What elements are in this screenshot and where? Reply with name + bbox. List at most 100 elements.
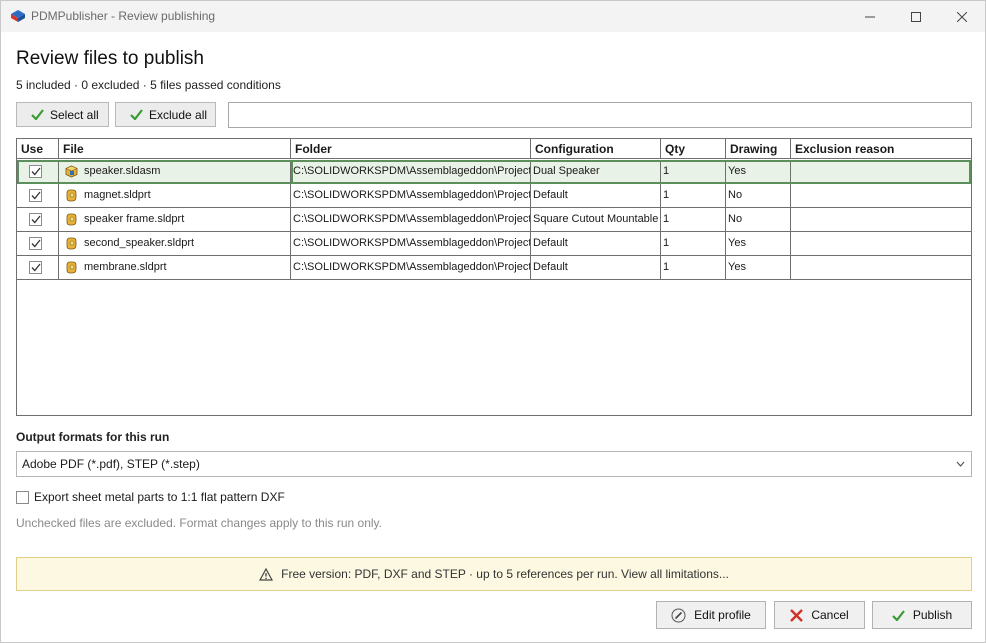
cell-qty: 1	[661, 208, 726, 231]
cancel-x-icon	[790, 608, 804, 622]
select-all-button[interactable]: Select all	[16, 102, 109, 127]
minimize-button[interactable]	[847, 1, 893, 32]
cell-file: membrane.sldprt	[59, 256, 291, 279]
free-version-banner[interactable]: Free version: PDF, DXF and STEP · up to …	[16, 557, 972, 591]
page-title: Review files to publish	[16, 48, 204, 69]
cell-configuration: Square Cutout Mountable	[531, 208, 661, 231]
file-name: magnet.sldprt	[84, 189, 151, 201]
table-row[interactable]: speaker frame.sldprt C:\SOLIDWORKSPDM\Ass…	[17, 208, 971, 232]
cell-qty: 1	[661, 232, 726, 255]
cell-configuration: Default	[531, 232, 661, 255]
cell-drawing: Yes	[726, 232, 791, 255]
cell-drawing: Yes	[726, 160, 791, 183]
cell-file: second_speaker.sldprt	[59, 232, 291, 255]
cell-configuration: Default	[531, 184, 661, 207]
cell-folder: C:\SOLIDWORKSPDM\Assemblageddon\Projects…	[291, 256, 531, 279]
cell-folder: C:\SOLIDWORKSPDM\Assemblageddon\Projects…	[291, 160, 531, 183]
cell-folder: C:\SOLIDWORKSPDM\Assemblageddon\Projects…	[291, 184, 531, 207]
selection-outline-left	[17, 160, 291, 184]
checkmark-icon	[31, 109, 44, 120]
close-button[interactable]	[939, 1, 985, 32]
dxf-checkbox[interactable]	[16, 490, 29, 504]
cancel-button[interactable]: Cancel	[774, 601, 865, 629]
cell-file: speaker frame.sldprt	[59, 208, 291, 231]
edit-profile-button[interactable]: Edit profile	[656, 601, 766, 629]
include-checkbox[interactable]	[29, 213, 42, 226]
exclude-all-button[interactable]: Exclude all	[115, 102, 216, 127]
cell-use[interactable]	[17, 184, 59, 207]
checkmark-icon	[130, 109, 143, 120]
column-header-configuration[interactable]: Configuration	[531, 139, 661, 158]
part-icon	[66, 237, 77, 250]
publish-label: Publish	[912, 608, 953, 622]
cell-use[interactable]	[17, 256, 59, 279]
select-all-label: Select all	[50, 107, 99, 122]
publish-review-window: PDMPublisher - Review publishing Review …	[0, 0, 986, 643]
cell-qty: 1	[661, 256, 726, 279]
check-icon	[31, 215, 41, 224]
check-icon	[31, 239, 41, 248]
include-checkbox[interactable]	[29, 237, 42, 250]
column-header-folder[interactable]: Folder	[291, 139, 531, 158]
column-header-exclusion-reason[interactable]: Exclusion reason	[791, 139, 971, 158]
file-name: membrane.sldprt	[84, 261, 167, 273]
title-bar: PDMPublisher - Review publishing	[1, 1, 985, 32]
hint-text: Unchecked files are excluded. Format cha…	[16, 516, 382, 530]
table-row[interactable]: membrane.sldprt C:\SOLIDWORKSPDM\Assembla…	[17, 256, 971, 280]
check-icon	[31, 191, 41, 200]
app-logo-icon	[11, 10, 25, 22]
cell-file: magnet.sldprt	[59, 184, 291, 207]
include-checkbox[interactable]	[29, 261, 42, 274]
exclude-all-label: Exclude all	[149, 107, 208, 122]
column-header-qty[interactable]: Qty	[661, 139, 726, 158]
cell-reason	[791, 208, 971, 231]
cell-use[interactable]	[17, 232, 59, 255]
part-icon	[66, 261, 77, 274]
banner-text: Free version: PDF, DXF and STEP · up to …	[281, 567, 729, 581]
warning-icon	[259, 567, 274, 581]
cell-drawing: No	[726, 184, 791, 207]
files-grid: Use File Folder Configuration Qty Drawin…	[16, 138, 972, 416]
maximize-icon	[911, 11, 921, 22]
cell-reason	[791, 184, 971, 207]
maximize-button[interactable]	[893, 1, 939, 32]
cell-folder: C:\SOLIDWORKSPDM\Assemblageddon\Projects…	[291, 232, 531, 255]
publish-button[interactable]: Publish	[872, 601, 972, 629]
chevron-down-icon	[956, 461, 965, 467]
cell-reason	[791, 256, 971, 279]
dxf-option[interactable]: Export sheet metal parts to 1:1 flat pat…	[16, 490, 285, 504]
cell-drawing: No	[726, 208, 791, 231]
column-header-drawing[interactable]: Drawing	[726, 139, 791, 158]
edit-profile-label: Edit profile	[694, 608, 751, 622]
dxf-option-label: Export sheet metal parts to 1:1 flat pat…	[34, 490, 285, 504]
cell-reason	[791, 232, 971, 255]
column-header-file[interactable]: File	[59, 139, 291, 158]
cell-configuration: Dual Speaker	[531, 160, 661, 183]
cell-qty: 1	[661, 184, 726, 207]
cell-use[interactable]	[17, 208, 59, 231]
table-row[interactable]: magnet.sldprt C:\SOLIDWORKSPDM\Assemblage…	[17, 184, 971, 208]
edit-pencil-icon	[671, 608, 686, 622]
column-header-use[interactable]: Use	[17, 139, 59, 158]
output-formats-value: Adobe PDF (*.pdf), STEP (*.step)	[22, 457, 200, 471]
checkmark-icon	[892, 609, 905, 621]
close-icon	[957, 11, 967, 22]
part-icon	[66, 213, 77, 226]
table-row[interactable]: second_speaker.sldprt C:\SOLIDWORKSPDM\As…	[17, 232, 971, 256]
output-formats-select[interactable]: Adobe PDF (*.pdf), STEP (*.step)	[16, 451, 972, 477]
grid-header: Use File Folder Configuration Qty Drawin…	[17, 139, 971, 159]
check-icon	[31, 263, 41, 272]
cell-reason	[791, 160, 971, 183]
table-row[interactable]: speaker.sldasm C:\SOLIDWORKSPDM\Assemblag…	[17, 160, 971, 184]
filter-input[interactable]	[228, 102, 972, 128]
include-checkbox[interactable]	[29, 189, 42, 202]
file-name: second_speaker.sldprt	[84, 237, 195, 249]
cell-drawing: Yes	[726, 256, 791, 279]
part-icon	[66, 189, 77, 202]
selection-summary: 5 included · 0 excluded · 5 files passed…	[16, 78, 281, 92]
cell-folder: C:\SOLIDWORKSPDM\Assemblageddon\Projects…	[291, 208, 531, 231]
output-formats-label: Output formats for this run	[16, 430, 170, 444]
file-name: speaker frame.sldprt	[84, 213, 185, 225]
cell-qty: 1	[661, 160, 726, 183]
window-title: PDMPublisher - Review publishing	[31, 9, 216, 23]
